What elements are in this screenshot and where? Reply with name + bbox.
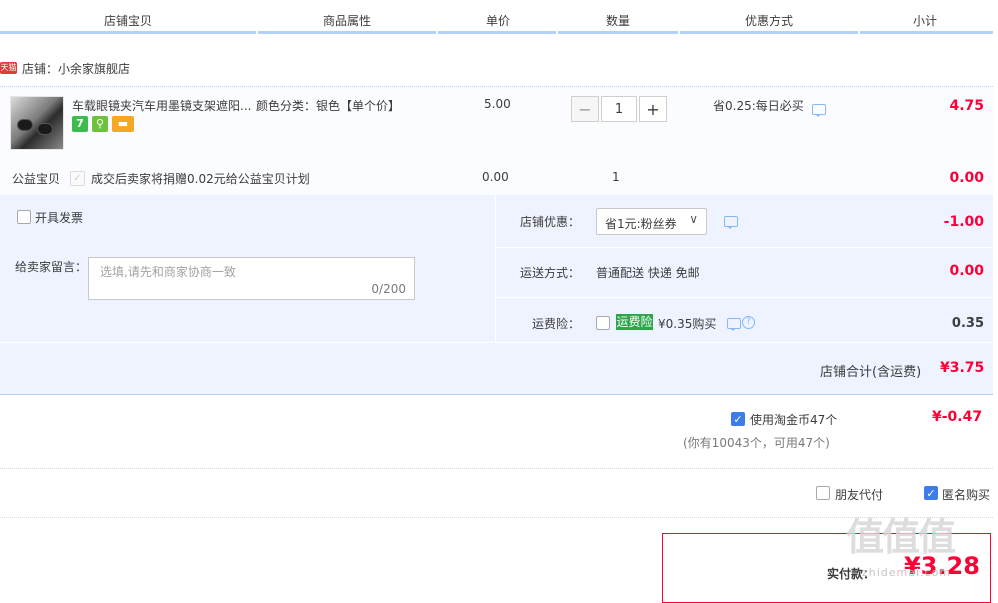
chevron-down-icon: ∨ — [689, 212, 698, 226]
credit-card-icon[interactable]: ▬ — [112, 116, 134, 132]
product-thumbnail-detail — [17, 119, 33, 131]
charity-quantity: 1 — [612, 170, 620, 184]
shop-total-label: 店铺合计(含运费) — [820, 365, 922, 380]
shop-coupon-label: 店铺优惠： — [520, 215, 581, 229]
shop-coupon-amount: -1.00 — [943, 214, 984, 230]
header-underline — [258, 31, 436, 34]
guarantee-icon[interactable]: ⚲ — [92, 116, 108, 132]
insurance-label: 运费险： — [532, 317, 581, 331]
charity-subtotal: 0.00 — [949, 170, 984, 186]
divider — [0, 517, 993, 518]
divider — [496, 247, 993, 248]
header-underline — [0, 31, 256, 34]
shipping-label: 运送方式： — [520, 266, 581, 280]
invoice-checkbox[interactable] — [17, 210, 31, 224]
item-property: 颜色分类：银色【单个价】 — [256, 99, 401, 113]
watermark-logo: 值值值 — [846, 515, 956, 559]
taobao-coin-checkbox[interactable]: ✓ — [731, 412, 745, 426]
item-unit-price: 5.00 — [484, 97, 511, 111]
friend-pay-label[interactable]: 朋友代付 — [835, 486, 883, 503]
quantity-decrease-button[interactable]: − — [571, 96, 599, 122]
charity-label: 公益宝贝 — [12, 172, 61, 186]
header-underline — [860, 31, 993, 34]
seller-message-textarea[interactable]: 选填,请先和商家协商一致 0/200 — [88, 257, 415, 300]
watermark-url: zhidemai.com — [862, 566, 952, 579]
divider — [496, 297, 993, 298]
header-quantity: 数量 — [606, 14, 631, 28]
shipping-amount: 0.00 — [949, 263, 984, 279]
insurance-amount: 0.35 — [951, 316, 984, 331]
friend-pay-checkbox[interactable] — [816, 486, 830, 500]
quantity-increase-button[interactable]: + — [639, 96, 667, 122]
header-properties: 商品属性 — [323, 14, 372, 28]
charity-text: 成交后卖家将捐赠0.02元给公益宝贝计划 — [91, 172, 310, 186]
header-shop-item: 店铺宝贝 — [104, 14, 153, 28]
promo-info-icon[interactable] — [812, 104, 826, 117]
insurance-checkbox[interactable] — [596, 316, 610, 330]
header-subtotal: 小计 — [913, 14, 938, 28]
divider — [0, 342, 993, 343]
help-icon[interactable]: ? — [742, 316, 755, 329]
insurance-info-icon[interactable] — [727, 318, 741, 331]
taobao-coin-label[interactable]: 使用淘金币47个 — [750, 411, 837, 428]
shop-coupon-value: 省1元:粉丝券 — [605, 217, 677, 231]
divider — [495, 195, 496, 342]
item-promo: 省0.25:每日必买 — [713, 99, 804, 113]
invoice-label[interactable]: 开具发票 — [35, 209, 83, 226]
taobao-coin-balance: (你有10043个，可用47个) — [683, 436, 830, 450]
anonymous-label[interactable]: 匿名购买 — [942, 486, 990, 503]
shop-total-value: ¥3.75 — [940, 360, 985, 376]
shop-name-link[interactable]: 店铺：小余家旗舰店 — [22, 60, 130, 77]
quantity-input[interactable]: 1 — [601, 96, 637, 122]
header-underline — [438, 31, 556, 34]
header-discount: 优惠方式 — [745, 14, 794, 28]
charity-unit-price: 0.00 — [482, 170, 509, 184]
header-underline — [558, 31, 678, 34]
seven-day-return-icon[interactable]: 7 — [72, 116, 88, 132]
insurance-price-text: ¥0.35购买 — [658, 317, 717, 331]
shipping-method: 普通配送 快递 免邮 — [596, 266, 700, 280]
remark-label: 给卖家留言： — [15, 260, 88, 274]
header-underline — [680, 31, 858, 34]
divider — [0, 468, 993, 469]
insurance-badge: 运费险 — [616, 314, 653, 330]
charity-checkbox: ✓ — [70, 171, 85, 186]
item-title-link[interactable]: 车载眼镜夹汽车用墨镜支架遮阳... — [72, 97, 251, 114]
anonymous-checkbox[interactable]: ✓ — [924, 486, 938, 500]
product-thumbnail-detail — [37, 123, 53, 135]
header-unit-price: 单价 — [486, 14, 511, 28]
tmall-badge-icon: 天猫 — [0, 62, 17, 74]
seller-message-placeholder: 选填,请先和商家协商一致 — [100, 265, 236, 279]
coupon-info-icon[interactable] — [724, 216, 738, 229]
taobao-coin-amount: ¥-0.47 — [932, 409, 983, 425]
item-subtotal: 4.75 — [949, 98, 984, 114]
shop-coupon-select[interactable]: 省1元:粉丝券 ∨ — [596, 208, 707, 235]
product-thumbnail[interactable] — [10, 96, 64, 150]
seller-message-counter: 0/200 — [371, 282, 406, 296]
